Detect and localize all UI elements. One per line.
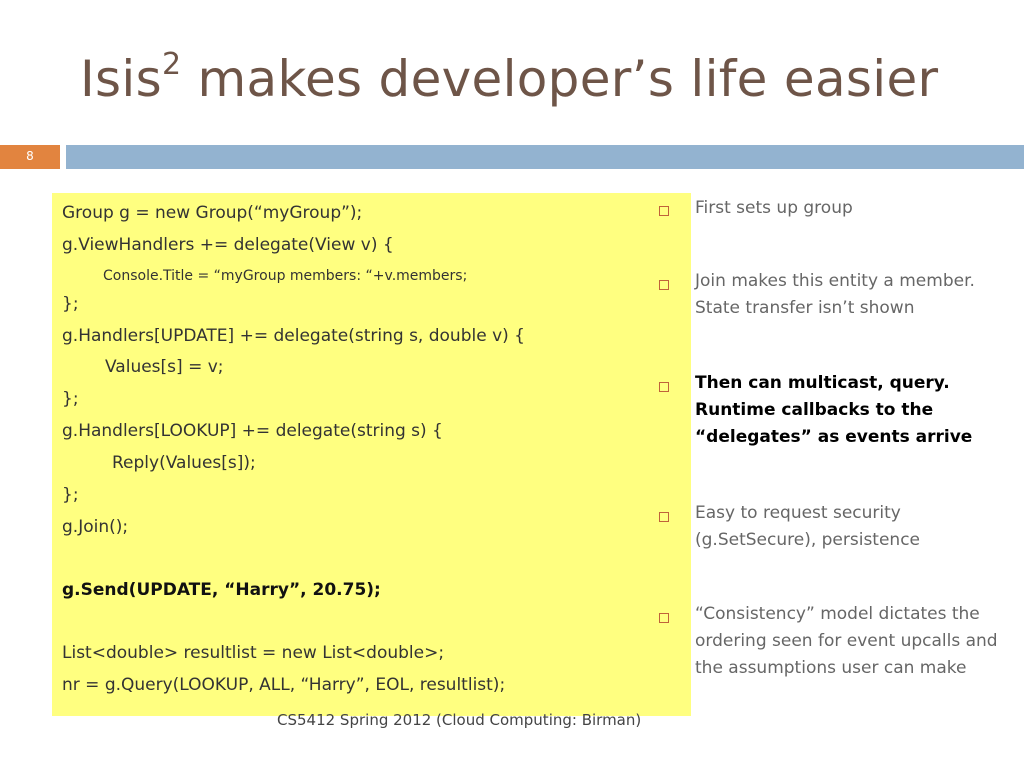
- code-line: g.Handlers[UPDATE] += delegate(string s,…: [62, 326, 525, 346]
- code-line: nr = g.Query(LOOKUP, ALL, “Harry”, EOL, …: [62, 675, 506, 695]
- code-line: Console.Title = “myGroup members: “+v.me…: [103, 268, 468, 284]
- square-bullet-icon: [659, 382, 669, 392]
- code-line: List<double> resultlist = new List<doubl…: [62, 643, 445, 663]
- code-line: Group g = new Group(“myGroup”);: [62, 203, 363, 223]
- code-line: g.ViewHandlers += delegate(View v) {: [62, 235, 394, 255]
- slide-footer: CS5412 Spring 2012 (Cloud Computing: Bir…: [277, 711, 642, 729]
- code-line: Reply(Values[s]);: [112, 453, 256, 473]
- title-rest: makes developer’s life easier: [181, 50, 939, 108]
- accent-bar-blue: [66, 145, 1024, 169]
- bullet-item-emphasized: Then can multicast, query. Runtime callb…: [695, 373, 973, 447]
- code-line: Values[s] = v;: [105, 357, 224, 377]
- code-line: };: [62, 389, 79, 409]
- code-line: g.Join();: [62, 517, 129, 537]
- slide-number: 8: [26, 149, 34, 163]
- code-line: };: [62, 294, 79, 314]
- square-bullet-icon: [659, 206, 669, 216]
- square-bullet-icon: [659, 613, 669, 623]
- code-line: g.Handlers[LOOKUP] += delegate(string s)…: [62, 421, 443, 441]
- bullet-item: Easy to request security (g.SetSecure), …: [695, 503, 921, 550]
- square-bullet-icon: [659, 512, 669, 522]
- square-bullet-icon: [659, 280, 669, 290]
- bullet-item: “Consistency” model dictates the orderin…: [695, 604, 998, 678]
- bullet-item: Join makes this entity a member. State t…: [695, 271, 975, 318]
- bullet-item: First sets up group: [695, 198, 853, 218]
- title-main: Isis: [80, 50, 162, 108]
- slide-title: Isis2 makes developer’s life easier: [80, 47, 939, 108]
- code-line-highlighted: g.Send(UPDATE, “Harry”, 20.75);: [62, 580, 381, 600]
- title-superscript: 2: [161, 47, 182, 83]
- code-line: };: [62, 485, 79, 505]
